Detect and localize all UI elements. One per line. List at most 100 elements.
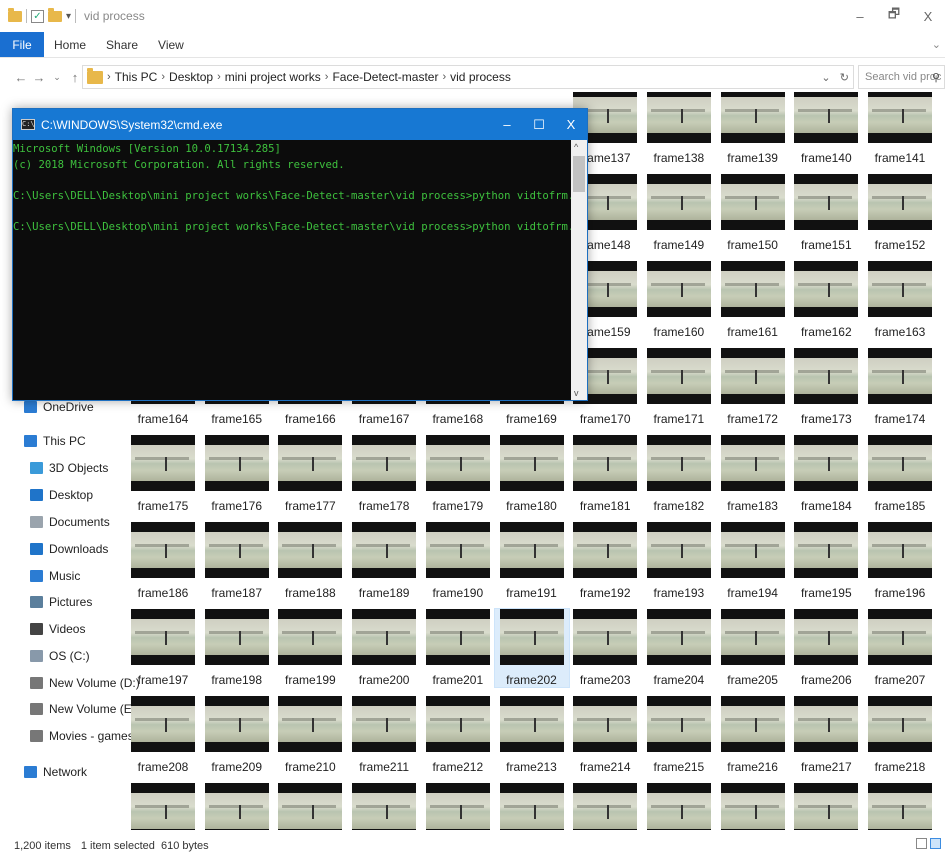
file-thumbnail[interactable]: frame188	[273, 522, 347, 600]
file-thumbnail[interactable]: frame182	[642, 435, 716, 513]
sidebar-item-music[interactable]: Music	[30, 569, 80, 583]
file-thumbnail[interactable]: frame201	[421, 609, 495, 687]
file-thumbnail[interactable]: frame205	[716, 609, 790, 687]
cmd-minimize-button[interactable]: –	[491, 109, 523, 140]
large-icons-view-icon[interactable]	[930, 838, 941, 849]
forward-arrow-icon[interactable]: →	[30, 70, 48, 85]
tab-home[interactable]: Home	[44, 32, 96, 57]
file-thumbnail[interactable]: frame199	[273, 609, 347, 687]
sidebar-item-new-volume-e[interactable]: New Volume (E:)	[30, 702, 139, 716]
cmd-close-button[interactable]: X	[555, 109, 587, 140]
file-thumbnail[interactable]: frame217	[789, 696, 863, 774]
sidebar-item-onedrive[interactable]: OneDrive	[24, 400, 94, 414]
sidebar-item-new-volume-d[interactable]: New Volume (D:)	[30, 676, 140, 690]
sidebar-item-pictures[interactable]: Pictures	[30, 595, 92, 609]
breadcrumb-this-pc[interactable]: This PC	[115, 70, 158, 84]
file-thumbnail[interactable]: frame152	[863, 174, 937, 252]
file-thumbnail[interactable]	[642, 783, 716, 830]
details-view-icon[interactable]	[916, 838, 927, 849]
scroll-down-icon[interactable]: v	[574, 388, 579, 398]
file-thumbnail[interactable]: frame173	[789, 348, 863, 426]
file-thumbnail[interactable]: frame184	[789, 435, 863, 513]
file-thumbnail[interactable]: frame210	[273, 696, 347, 774]
file-thumbnail[interactable]: frame203	[568, 609, 642, 687]
file-thumbnail[interactable]	[495, 783, 569, 830]
file-thumbnail[interactable]: frame180	[495, 435, 569, 513]
file-thumbnail[interactable]	[347, 783, 421, 830]
address-bar[interactable]: › This PC › Desktop › mini project works…	[82, 65, 854, 89]
file-thumbnail[interactable]: frame177	[273, 435, 347, 513]
file-thumbnail[interactable]: frame207	[863, 609, 937, 687]
sidebar-item-network[interactable]: Network	[24, 765, 87, 779]
file-thumbnail[interactable]: frame179	[421, 435, 495, 513]
scroll-thumb[interactable]	[573, 156, 585, 192]
chevron-right-icon[interactable]: ›	[107, 71, 111, 83]
file-thumbnail[interactable]	[863, 783, 937, 830]
chevron-right-icon[interactable]: ›	[325, 71, 329, 83]
sidebar-item-3d-objects[interactable]: 3D Objects	[30, 461, 108, 475]
scroll-up-icon[interactable]: ^	[574, 142, 578, 152]
file-thumbnail[interactable]: frame214	[568, 696, 642, 774]
file-thumbnail[interactable]	[126, 783, 200, 830]
sidebar-item-documents[interactable]: Documents	[30, 515, 110, 529]
file-thumbnail[interactable]: frame175	[126, 435, 200, 513]
file-thumbnail[interactable]: frame206	[789, 609, 863, 687]
file-thumbnail[interactable]: frame160	[642, 261, 716, 339]
minimize-button[interactable]: –	[843, 0, 877, 32]
file-thumbnail[interactable]: frame208	[126, 696, 200, 774]
sidebar-item-downloads[interactable]: Downloads	[30, 542, 108, 556]
cmd-maximize-button[interactable]: ☐	[523, 109, 555, 140]
file-thumbnail[interactable]: frame141	[863, 92, 937, 165]
file-thumbnail[interactable]: frame185	[863, 435, 937, 513]
file-thumbnail[interactable]: frame150	[716, 174, 790, 252]
customize-toolbar-icon[interactable]: ▾	[66, 11, 71, 22]
file-thumbnail[interactable]	[789, 783, 863, 830]
chevron-right-icon[interactable]: ›	[217, 71, 221, 83]
file-thumbnail[interactable]: frame189	[347, 522, 421, 600]
file-thumbnail[interactable]: frame139	[716, 92, 790, 165]
file-thumbnail[interactable]: frame209	[200, 696, 274, 774]
file-thumbnail[interactable]: frame200	[347, 609, 421, 687]
breadcrumb-mini-project-works[interactable]: mini project works	[225, 70, 321, 84]
file-thumbnail[interactable]: frame196	[863, 522, 937, 600]
cmd-title-bar[interactable]: C:\ C:\WINDOWS\System32\cmd.exe – ☐ X	[13, 109, 587, 140]
file-thumbnail[interactable]: frame176	[200, 435, 274, 513]
file-thumbnail[interactable]: frame191	[495, 522, 569, 600]
file-thumbnail[interactable]: frame163	[863, 261, 937, 339]
file-thumbnail[interactable]: frame171	[642, 348, 716, 426]
file-thumbnail[interactable]: frame193	[642, 522, 716, 600]
file-thumbnail[interactable]: frame151	[789, 174, 863, 252]
file-thumbnail[interactable]: frame178	[347, 435, 421, 513]
tab-share[interactable]: Share	[96, 32, 148, 57]
sidebar-item-videos[interactable]: Videos	[30, 622, 85, 636]
file-thumbnail[interactable]: frame140	[789, 92, 863, 165]
chevron-right-icon[interactable]: ›	[442, 71, 446, 83]
cmd-scrollbar[interactable]: ^ v	[571, 140, 587, 400]
recent-locations-icon[interactable]: ⌄	[48, 72, 66, 83]
file-thumbnail[interactable]: frame194	[716, 522, 790, 600]
search-input[interactable]: Search vid proc ⚲	[858, 65, 945, 89]
file-thumbnail[interactable]: frame183	[716, 435, 790, 513]
breadcrumb-desktop[interactable]: Desktop	[169, 70, 213, 84]
close-button[interactable]: X	[911, 0, 945, 32]
properties-icon[interactable]: ✓	[31, 9, 44, 23]
refresh-icon[interactable]: ↻	[840, 72, 849, 84]
tab-file[interactable]: File	[0, 32, 44, 57]
tab-view[interactable]: View	[148, 32, 194, 57]
file-thumbnail[interactable]: frame216	[716, 696, 790, 774]
file-thumbnail[interactable]: frame197	[126, 609, 200, 687]
search-icon[interactable]: ⚲	[932, 71, 940, 84]
sidebar-item-desktop[interactable]: Desktop	[30, 488, 93, 502]
file-thumbnail[interactable]: frame187	[200, 522, 274, 600]
file-thumbnail[interactable]	[716, 783, 790, 830]
breadcrumb-face-detect-master[interactable]: Face-Detect-master	[332, 70, 438, 84]
file-thumbnail[interactable]: frame186	[126, 522, 200, 600]
new-folder-icon[interactable]	[48, 7, 62, 22]
file-thumbnail[interactable]: frame204	[642, 609, 716, 687]
file-thumbnail[interactable]: frame192	[568, 522, 642, 600]
file-thumbnail[interactable]: frame218	[863, 696, 937, 774]
expand-ribbon-icon[interactable]: ⌄	[932, 38, 941, 51]
file-thumbnail[interactable]: frame181	[568, 435, 642, 513]
file-thumbnail[interactable]: frame138	[642, 92, 716, 165]
file-thumbnail[interactable]	[273, 783, 347, 830]
